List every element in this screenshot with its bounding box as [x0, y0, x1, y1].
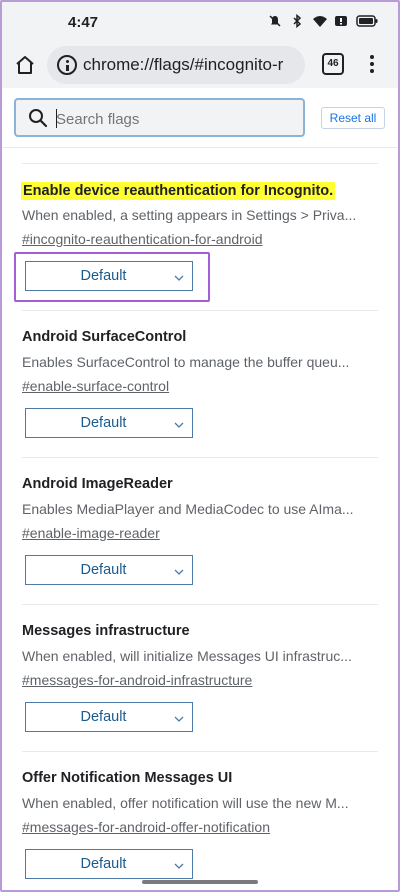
- flag-link[interactable]: #messages-for-android-infrastructure: [22, 672, 252, 688]
- flag-title: Android SurfaceControl: [22, 329, 187, 345]
- flag-title: Offer Notification Messages UI: [22, 770, 233, 786]
- annotation-highlight-box: [14, 252, 210, 302]
- battery-icon: [356, 14, 378, 28]
- chevron-down-icon: [174, 418, 184, 428]
- flag-title: Messages infrastructure: [22, 623, 190, 639]
- divider: [22, 604, 378, 605]
- reset-all-button[interactable]: Reset all: [321, 107, 385, 129]
- flag-select-value: Default: [80, 415, 127, 431]
- info-icon[interactable]: [57, 55, 77, 75]
- tab-switcher-button[interactable]: 46: [322, 53, 344, 75]
- flag-select-value: Default: [80, 709, 127, 725]
- gesture-nav-handle[interactable]: [142, 880, 258, 884]
- flag-select-value: Default: [80, 562, 127, 578]
- flag-link[interactable]: #enable-image-reader: [22, 525, 160, 541]
- flag-description: When enabled, offer notification will us…: [22, 795, 349, 811]
- flag-select[interactable]: Default: [25, 555, 193, 585]
- home-icon[interactable]: [14, 54, 36, 76]
- chevron-down-icon: [174, 712, 184, 722]
- flag-title: Enable device reauthentication for Incog…: [21, 182, 336, 200]
- status-icons: [268, 13, 378, 29]
- flag-select-value: Default: [80, 856, 127, 872]
- search-input[interactable]: [56, 108, 296, 130]
- search-box[interactable]: [14, 98, 305, 137]
- flag-description: Enables SurfaceControl to manage the buf…: [22, 354, 350, 370]
- bluetooth-icon: [290, 13, 304, 29]
- search-header: Reset all: [0, 88, 400, 148]
- divider: [22, 457, 378, 458]
- address-bar[interactable]: chrome://flags/#incognito-r: [47, 46, 305, 84]
- flag-description: When enabled, a setting appears in Setti…: [22, 207, 357, 223]
- divider: [22, 163, 378, 164]
- mute-icon: [268, 14, 282, 28]
- flag-description: When enabled, will initialize Messages U…: [22, 648, 352, 664]
- status-bar: 4:47: [0, 0, 400, 44]
- divider: [22, 751, 378, 752]
- flag-link[interactable]: #enable-surface-control: [22, 378, 169, 394]
- wifi-icon: [312, 14, 327, 28]
- url-text: chrome://flags/#incognito-r: [83, 55, 283, 75]
- chevron-down-icon: [174, 565, 184, 575]
- alert-icon: [334, 14, 348, 28]
- flag-title: Android ImageReader: [22, 476, 173, 492]
- browser-toolbar: chrome://flags/#incognito-r 46: [0, 44, 400, 88]
- url-path: flags/#incognito-r: [153, 55, 284, 74]
- url-scheme: chrome://: [83, 55, 154, 74]
- flag-link[interactable]: #messages-for-android-offer-notification: [22, 819, 270, 835]
- status-time: 4:47: [68, 14, 99, 31]
- flag-description: Enables MediaPlayer and MediaCodec to us…: [22, 501, 354, 517]
- flag-link[interactable]: #incognito-reauthentication-for-android: [22, 231, 262, 247]
- text-caret: [56, 109, 57, 128]
- search-icon: [28, 108, 48, 128]
- overflow-menu-icon[interactable]: [364, 53, 380, 77]
- flag-select[interactable]: Default: [25, 849, 193, 879]
- flag-select[interactable]: Default: [25, 408, 193, 438]
- chevron-down-icon: [174, 859, 184, 869]
- flag-select[interactable]: Default: [25, 702, 193, 732]
- divider: [22, 310, 378, 311]
